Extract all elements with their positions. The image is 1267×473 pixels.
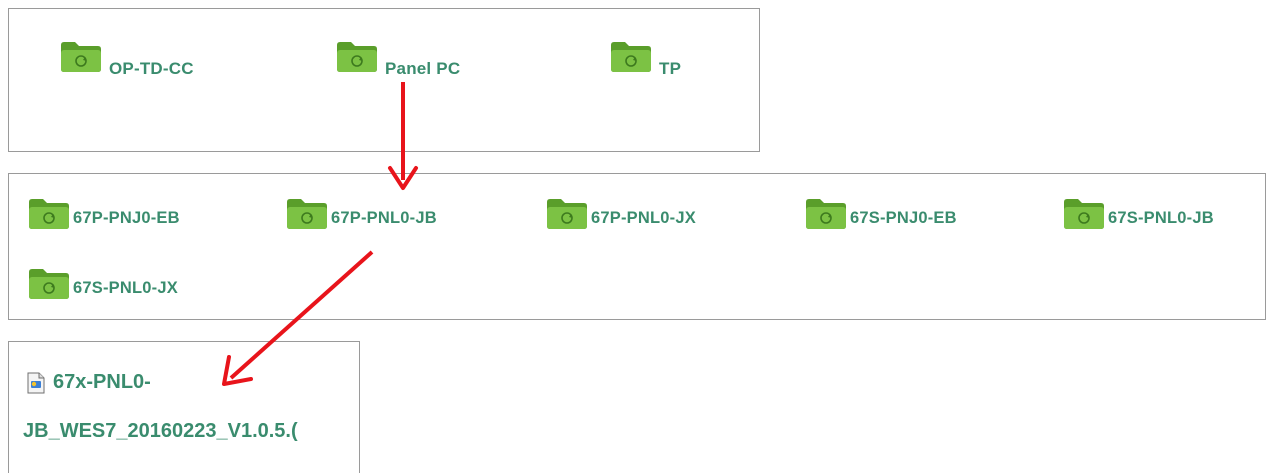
top-level-folder-panel: OP-TD-CC Panel PC TP <box>8 8 760 152</box>
folder-label: 67P-PNL0-JB <box>331 209 437 227</box>
folder-icon <box>806 199 846 229</box>
file-icon <box>27 372 45 394</box>
folder-label: TP <box>659 59 682 78</box>
folder-icon <box>29 269 69 299</box>
subfolder-panel: 67P-PNJ0-EB 67P-PNL0-JB 67P-PNL0-JX 67S-… <box>8 173 1266 320</box>
folder-icon <box>287 199 327 229</box>
folder-icon <box>337 42 377 72</box>
folder-label: Panel PC <box>385 59 461 78</box>
file-panel: 67x-PNL0- JB_WES7_20160223_V1.0.5.( <box>8 341 360 473</box>
folder-label: 67P-PNL0-JX <box>591 209 696 227</box>
folder-icon <box>547 199 587 229</box>
file-name-line2: JB_WES7_20160223_V1.0.5.( <box>23 420 298 442</box>
folder-label: 67S-PNL0-JX <box>73 279 178 297</box>
folder-label: 67S-PNJ0-EB <box>850 209 957 227</box>
folder-icon <box>61 42 101 72</box>
folder-label: OP-TD-CC <box>109 59 194 78</box>
folder-icon <box>611 42 651 72</box>
folder-icon <box>29 199 69 229</box>
folder-label: 67S-PNL0-JB <box>1108 209 1214 227</box>
file-name-line1: 67x-PNL0- <box>53 371 151 393</box>
folder-label: 67P-PNJ0-EB <box>73 209 180 227</box>
folder-icon <box>1064 199 1104 229</box>
